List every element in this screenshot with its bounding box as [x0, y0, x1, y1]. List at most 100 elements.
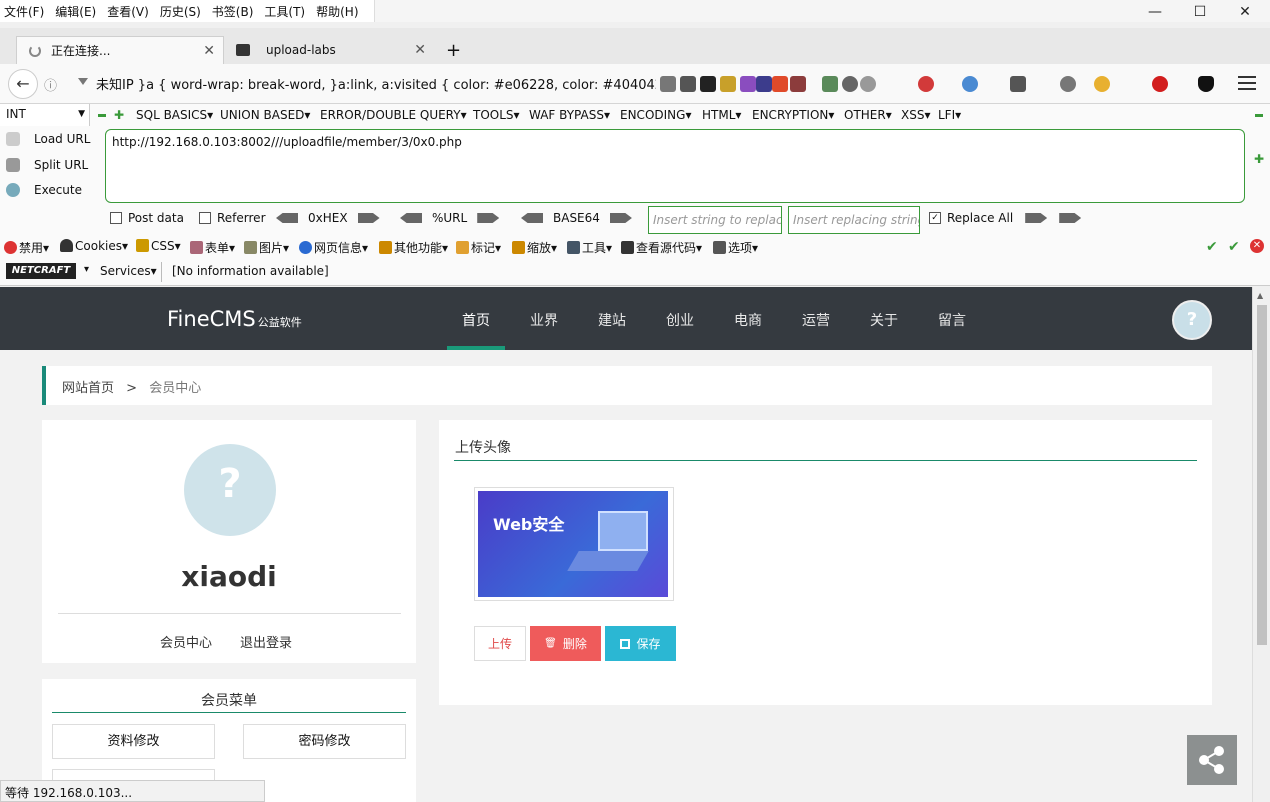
- check-icon[interactable]: ✔: [1206, 239, 1218, 255]
- password-change-button[interactable]: 密码修改: [243, 724, 406, 759]
- delete-button[interactable]: 🗑 删除: [530, 626, 601, 661]
- menu-file[interactable]: 文件(F): [4, 3, 44, 20]
- maximize-button[interactable]: ☐: [1185, 4, 1215, 20]
- save-button[interactable]: 保存: [605, 626, 676, 661]
- devbar-view-source[interactable]: 查看源代码▾: [621, 239, 702, 256]
- devbar-forms[interactable]: 表单▾: [190, 239, 235, 256]
- insert-string-input[interactable]: Insert string to replace: [648, 206, 782, 234]
- dropdown-icon[interactable]: [78, 78, 88, 85]
- arrow-right-icon[interactable]: [609, 213, 632, 223]
- url-encoder[interactable]: %URL: [400, 211, 500, 225]
- services-menu[interactable]: Services▾: [100, 264, 157, 278]
- hackbar-menu-html[interactable]: HTML▾: [702, 108, 741, 122]
- post-data-checkbox[interactable]: [110, 212, 122, 224]
- menu-help[interactable]: 帮助(H): [316, 3, 358, 20]
- arrow-right-icon[interactable]: [1059, 213, 1082, 223]
- devbar-outline[interactable]: 标记▾: [456, 239, 501, 256]
- close-icon[interactable]: ✕: [1250, 239, 1264, 253]
- address-bar[interactable]: 未知IP }a { word-wrap: break-word, }a:link…: [96, 74, 656, 93]
- profile-avatar-icon[interactable]: ?: [184, 444, 276, 536]
- devbar-images[interactable]: 图片▾: [244, 239, 289, 256]
- new-tab-button[interactable]: +: [446, 36, 466, 64]
- hackbar-menu-tools[interactable]: TOOLS▾: [473, 108, 520, 122]
- adblock-icon[interactable]: [1152, 76, 1168, 92]
- devbar-options[interactable]: 选项▾: [713, 239, 758, 256]
- minus-icon[interactable]: [1255, 114, 1263, 117]
- hackbar-menu-sql-basics[interactable]: SQL BASICS▾: [136, 108, 213, 122]
- addon-icon[interactable]: [1094, 76, 1110, 92]
- menu-view[interactable]: 查看(V): [107, 3, 149, 20]
- member-center-link[interactable]: 会员中心: [160, 632, 212, 651]
- scroll-up-icon[interactable]: ▲: [1257, 291, 1263, 300]
- arrow-right-icon[interactable]: [357, 213, 380, 223]
- hackbar-menu-other[interactable]: OTHER▾: [844, 108, 892, 122]
- user-avatar-icon[interactable]: ?: [1172, 300, 1212, 340]
- hackbar-menu-lfi[interactable]: LFI▾: [938, 108, 961, 122]
- addon-icon[interactable]: [756, 76, 772, 92]
- load-url-button[interactable]: Load URL: [6, 132, 90, 146]
- nav-ecommerce[interactable]: 电商: [734, 310, 762, 330]
- execute-button[interactable]: Execute: [6, 183, 82, 197]
- hackbar-menu-encoding[interactable]: ENCODING▾: [620, 108, 691, 122]
- arrow-right-icon[interactable]: [1025, 213, 1048, 223]
- minimize-button[interactable]: —: [1140, 4, 1170, 20]
- addon-icon[interactable]: [740, 76, 756, 92]
- replace-all-option[interactable]: ✓ Replace All: [929, 211, 1082, 225]
- plus-icon[interactable]: ✚: [1254, 152, 1264, 166]
- minus-icon[interactable]: [98, 114, 106, 117]
- arrow-left-icon[interactable]: [521, 213, 543, 223]
- addon-icon[interactable]: [772, 76, 788, 92]
- hex-encoder[interactable]: 0xHEX: [276, 211, 380, 225]
- tab-close-icon[interactable]: ✕: [203, 43, 215, 59]
- menu-tools[interactable]: 工具(T): [264, 3, 305, 20]
- devbar-info[interactable]: 网页信息▾: [299, 239, 368, 256]
- hackbar-menu-encryption[interactable]: ENCRYPTION▾: [752, 108, 834, 122]
- base64-encoder[interactable]: BASE64: [521, 211, 632, 225]
- back-button[interactable]: ←: [8, 69, 38, 99]
- addon-icon[interactable]: [720, 76, 736, 92]
- addon-icon[interactable]: [860, 76, 876, 92]
- devbar-css[interactable]: CSS▾: [136, 239, 181, 253]
- split-url-button[interactable]: Split URL: [6, 158, 88, 172]
- tab-close-icon[interactable]: ✕: [414, 42, 426, 58]
- addon-icon[interactable]: [822, 76, 838, 92]
- nav-home[interactable]: 首页: [462, 310, 490, 330]
- nav-startup[interactable]: 创业: [666, 310, 694, 330]
- replacing-string-input[interactable]: Insert replacing string: [788, 206, 920, 234]
- menu-bookmarks[interactable]: 书签(B): [212, 3, 254, 20]
- addon-icon[interactable]: [1010, 76, 1026, 92]
- type-select[interactable]: INT ▼: [0, 104, 90, 126]
- hackbar-menu-error[interactable]: ERROR/DOUBLE QUERY▾: [320, 108, 467, 122]
- site-info-icon[interactable]: ⓘ: [44, 75, 57, 94]
- menu-edit[interactable]: 编辑(E): [55, 3, 96, 20]
- breadcrumb-home[interactable]: 网站首页: [62, 381, 114, 396]
- addon-icon[interactable]: [842, 76, 858, 92]
- url-textarea[interactable]: http://192.168.0.103:8002///uploadfile/m…: [105, 129, 1245, 203]
- page-scrollbar[interactable]: ▲: [1252, 287, 1270, 802]
- replace-all-checkbox[interactable]: ✓: [929, 212, 941, 224]
- plus-icon[interactable]: ✚: [114, 108, 124, 122]
- addon-icon[interactable]: [700, 76, 716, 92]
- nav-about[interactable]: 关于: [870, 310, 898, 330]
- tab-connecting[interactable]: 正在连接... ✕: [16, 36, 224, 64]
- devbar-disable[interactable]: 禁用▾: [4, 239, 49, 256]
- netcraft-logo[interactable]: NETCRAFT: [6, 263, 76, 279]
- site-logo[interactable]: FineCMS 公益软件: [167, 307, 302, 331]
- devbar-misc[interactable]: 其他功能▾: [379, 239, 448, 256]
- close-window-button[interactable]: ✕: [1230, 4, 1260, 20]
- search-icon[interactable]: [1060, 76, 1076, 92]
- shield-icon[interactable]: [1198, 76, 1214, 92]
- arrow-right-icon[interactable]: [477, 213, 500, 223]
- nav-message[interactable]: 留言: [938, 310, 966, 330]
- upload-button[interactable]: 上传: [474, 626, 526, 661]
- logout-link[interactable]: 退出登录: [240, 632, 292, 651]
- menu-history[interactable]: 历史(S): [160, 3, 201, 20]
- addon-icon[interactable]: [790, 76, 806, 92]
- post-data-option[interactable]: Post data: [110, 211, 184, 225]
- nav-build[interactable]: 建站: [598, 310, 626, 330]
- addon-icon[interactable]: [962, 76, 978, 92]
- scrollbar-thumb[interactable]: [1257, 305, 1267, 645]
- tab-upload-labs[interactable]: upload-labs ✕: [226, 36, 434, 64]
- addon-icon[interactable]: [660, 76, 676, 92]
- arrow-left-icon[interactable]: [400, 213, 422, 223]
